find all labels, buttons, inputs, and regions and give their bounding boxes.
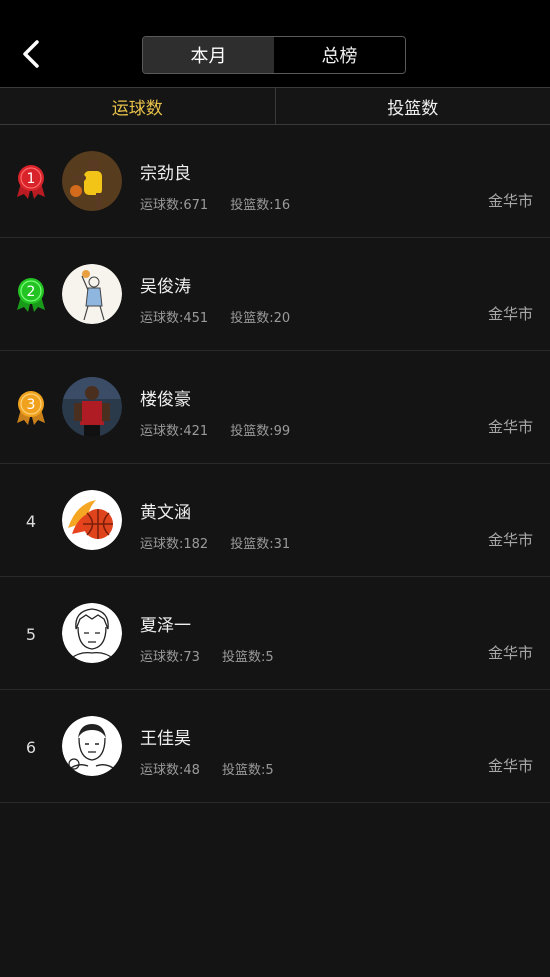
list-item[interactable]: 6 王佳昊 运球数:48 投篮数:5 金华市 (0, 690, 550, 803)
avatar (62, 377, 122, 437)
rank-medal-icon: 3 (14, 391, 48, 425)
player-stats: 运球数:451 投篮数:20 (140, 307, 290, 326)
player-stats: 运球数:421 投篮数:99 (140, 420, 290, 439)
player-stats: 运球数:671 投篮数:16 (140, 194, 290, 213)
rank-medal-icon: 2 (14, 278, 48, 312)
rank-number: 5 (25, 624, 37, 644)
list-item[interactable]: 5 夏泽一 运球数:73 投篮数:5 金华市 (0, 577, 550, 690)
rank-medal-icon: 1 (14, 165, 48, 199)
dribble-count: 运球数:48 (140, 763, 200, 778)
player-name: 吴俊涛 (140, 277, 191, 297)
segment-this-month[interactable]: 本月 (143, 37, 274, 73)
player-stats: 运球数:182 投篮数:31 (140, 533, 290, 552)
segment-overall[interactable]: 总榜 (274, 37, 405, 73)
player-name: 夏泽一 (140, 616, 191, 636)
svg-text:1: 1 (27, 171, 36, 187)
back-button[interactable] (14, 36, 48, 72)
list-item[interactable]: 3 楼俊豪 运球数:421 投篮数:99 金华市 (0, 351, 550, 464)
list-item[interactable]: 2 吴俊涛 运球数:451 投篮数:20 金华市 (0, 238, 550, 351)
shot-count: 投篮数:5 (221, 763, 274, 778)
leaderboard-list: 1 宗劲良 运球数:671 投篮数:16 金华市 2 吴俊涛 运球数:451 投… (0, 125, 550, 803)
shot-count: 投篮数:31 (230, 537, 291, 552)
city-label: 金华市 (487, 531, 533, 549)
top-bar: 本月 总榜 (0, 0, 550, 87)
svg-text:2: 2 (27, 284, 36, 300)
period-segmented-control: 本月 总榜 (142, 36, 406, 74)
shot-count: 投篮数:20 (230, 311, 291, 326)
dribble-count: 运球数:671 (140, 198, 209, 213)
shot-count: 投篮数:5 (221, 650, 274, 665)
dribble-count: 运球数:451 (140, 311, 209, 326)
avatar (62, 264, 122, 324)
player-stats: 运球数:73 投篮数:5 (140, 646, 274, 665)
city-label: 金华市 (487, 644, 533, 662)
player-name: 楼俊豪 (140, 390, 191, 410)
rank-number: 4 (25, 511, 37, 531)
city-label: 金华市 (487, 305, 533, 323)
city-label: 金华市 (487, 418, 533, 436)
dribble-count: 运球数:421 (140, 424, 209, 439)
city-label: 金华市 (487, 192, 533, 210)
svg-text:3: 3 (27, 397, 36, 413)
dribble-count: 运球数:73 (140, 650, 200, 665)
city-label: 金华市 (487, 757, 533, 775)
player-stats: 运球数:48 投篮数:5 (140, 759, 274, 778)
shot-count: 投篮数:16 (230, 198, 291, 213)
player-name: 王佳昊 (140, 729, 191, 749)
tab-shot-count[interactable]: 投篮数 (276, 88, 550, 124)
list-item[interactable]: 4 黄文涵 运球数:182 投篮数:31 金华市 (0, 464, 550, 577)
avatar (62, 716, 122, 776)
list-item[interactable]: 1 宗劲良 运球数:671 投篮数:16 金华市 (0, 125, 550, 238)
rank-number: 6 (25, 737, 37, 757)
avatar (62, 490, 122, 550)
tab-dribble-count[interactable]: 运球数 (0, 88, 276, 124)
chevron-left-icon (23, 40, 39, 68)
avatar (62, 603, 122, 663)
player-name: 黄文涵 (140, 503, 191, 523)
avatar (62, 151, 122, 211)
player-name: 宗劲良 (140, 164, 191, 184)
metric-tabs: 运球数 投篮数 (0, 87, 550, 125)
shot-count: 投篮数:99 (230, 424, 291, 439)
dribble-count: 运球数:182 (140, 537, 209, 552)
